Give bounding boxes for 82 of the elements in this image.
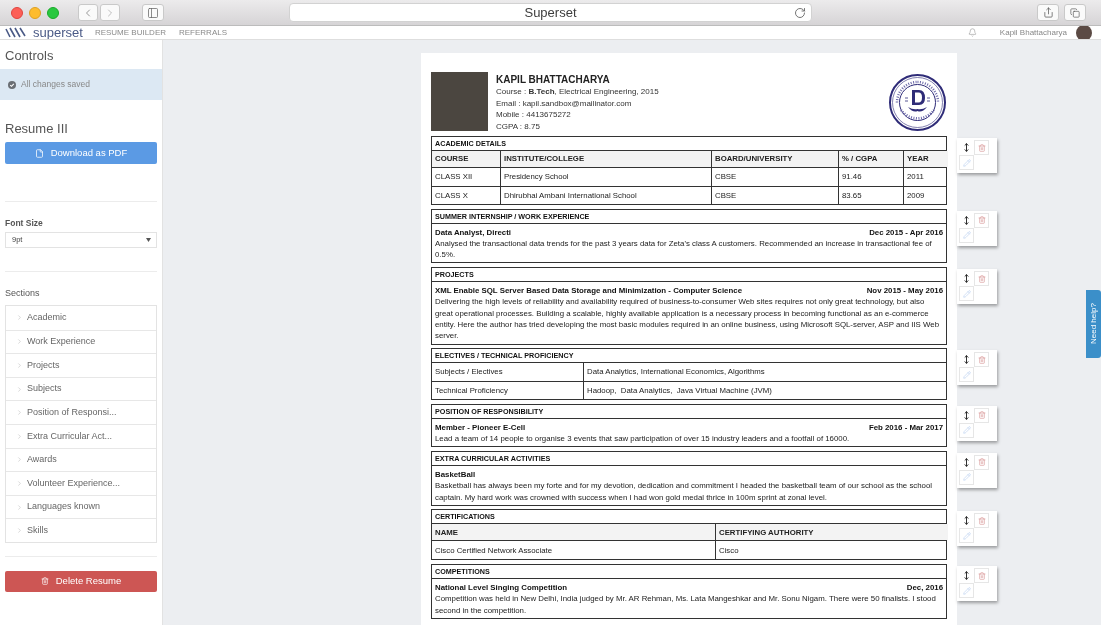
section-list-item[interactable]: Work Experience xyxy=(6,329,156,354)
section-list-item[interactable]: Position of Responsi... xyxy=(6,400,156,424)
photo-placeholder xyxy=(431,72,488,131)
sidebar-toggle-button[interactable] xyxy=(142,4,164,21)
college-seal-icon xyxy=(889,74,946,131)
section-list-item[interactable]: Languages known xyxy=(6,494,156,519)
trash-icon xyxy=(977,571,986,580)
chevron-right-icon xyxy=(16,456,23,464)
chevron-right-icon xyxy=(16,503,23,511)
trash-icon xyxy=(977,458,986,467)
resume-name: Resume III xyxy=(5,121,69,137)
candidate-name: KAPIL BHATTACHARYA xyxy=(496,74,611,86)
notification-bell-icon[interactable] xyxy=(967,28,977,37)
chevron-right-icon xyxy=(16,362,23,369)
minimize-window-icon[interactable] xyxy=(29,6,41,19)
up-down-arrow-icon[interactable] xyxy=(962,571,971,580)
pencil-icon xyxy=(962,586,971,595)
chevron-right-icon xyxy=(16,385,23,393)
tabs-button[interactable] xyxy=(1064,4,1086,21)
chevron-right-icon xyxy=(16,338,23,346)
trash-icon xyxy=(977,216,986,225)
pencil-icon xyxy=(962,426,971,435)
trash-icon xyxy=(977,516,986,525)
pencil-icon xyxy=(962,370,971,379)
share-icon xyxy=(1042,7,1054,18)
up-down-arrow-icon[interactable] xyxy=(962,274,971,284)
chevron-right-icon xyxy=(16,432,23,440)
candidate-detail: Mobile : 4413675272 xyxy=(496,109,572,121)
chevron-right-icon xyxy=(16,527,23,535)
pencil-icon xyxy=(962,158,971,167)
sidebar-title: Controls xyxy=(5,48,55,64)
save-status-text: All changes saved xyxy=(21,78,90,91)
up-down-arrow-icon[interactable] xyxy=(962,355,971,365)
section-list-item[interactable]: Extra Curricular Act... xyxy=(6,423,156,448)
section-list-item[interactable]: Skills xyxy=(6,518,156,542)
need-help-tab[interactable]: Need help? xyxy=(1086,290,1101,358)
trash-icon xyxy=(40,577,49,586)
up-down-arrow-icon[interactable] xyxy=(962,516,971,526)
chevron-right-icon xyxy=(16,314,23,322)
forward-button[interactable] xyxy=(100,4,120,21)
trash-icon xyxy=(977,143,986,152)
up-down-arrow-icon[interactable] xyxy=(962,143,971,152)
close-window-icon[interactable] xyxy=(11,6,23,19)
candidate-detail: Course : B.Tech, Electrical Engineering, 2015 xyxy=(496,86,660,98)
font-size-label: Font Size xyxy=(5,217,44,229)
trash-icon xyxy=(977,411,986,420)
address-bar[interactable]: Superset xyxy=(289,3,812,22)
pencil-icon xyxy=(962,531,971,540)
delete-resume-button[interactable]: Delete Resume xyxy=(5,570,157,592)
candidate-detail: CGPA : 8.75 xyxy=(496,120,541,132)
sections-label: Sections xyxy=(5,287,41,299)
trash-icon xyxy=(977,355,986,364)
nav-link[interactable]: RESUME BUILDER xyxy=(94,26,166,39)
up-down-arrow-icon[interactable] xyxy=(962,410,971,420)
section-list-item[interactable]: Academic xyxy=(6,306,156,330)
reload-icon[interactable] xyxy=(794,7,806,19)
up-down-arrow-icon[interactable] xyxy=(962,215,971,225)
section-list-item[interactable]: Awards xyxy=(6,447,156,472)
pencil-icon xyxy=(962,473,971,482)
section-list-item[interactable]: Subjects xyxy=(6,376,156,401)
up-down-arrow-icon[interactable] xyxy=(962,457,971,467)
share-button[interactable] xyxy=(1037,4,1059,21)
section-list-item[interactable]: Volunteer Experience... xyxy=(6,471,156,495)
user-name[interactable]: Kapil Bhattacharya xyxy=(999,26,1067,39)
logo-icon xyxy=(5,27,27,38)
logo-text[interactable]: superset xyxy=(33,26,83,39)
zoom-window-icon[interactable] xyxy=(47,6,59,19)
chevron-right-icon xyxy=(16,479,23,487)
back-button[interactable] xyxy=(78,4,98,21)
check-circle-icon xyxy=(8,80,16,89)
pencil-icon xyxy=(962,289,971,298)
caret-down-icon xyxy=(146,238,151,242)
pencil-icon xyxy=(962,231,971,240)
sidebar-icon xyxy=(147,6,159,19)
candidate-detail: Email : kapil.sandbox@mailinator.com xyxy=(496,97,633,109)
avatar-icon[interactable] xyxy=(1076,26,1092,39)
tabs-icon xyxy=(1070,7,1080,18)
chevron-right-icon xyxy=(16,409,23,417)
file-icon xyxy=(34,148,44,158)
trash-icon xyxy=(977,274,986,283)
section-list-item[interactable]: Projects xyxy=(6,353,156,377)
nav-link[interactable]: REFERRALS xyxy=(179,26,227,39)
